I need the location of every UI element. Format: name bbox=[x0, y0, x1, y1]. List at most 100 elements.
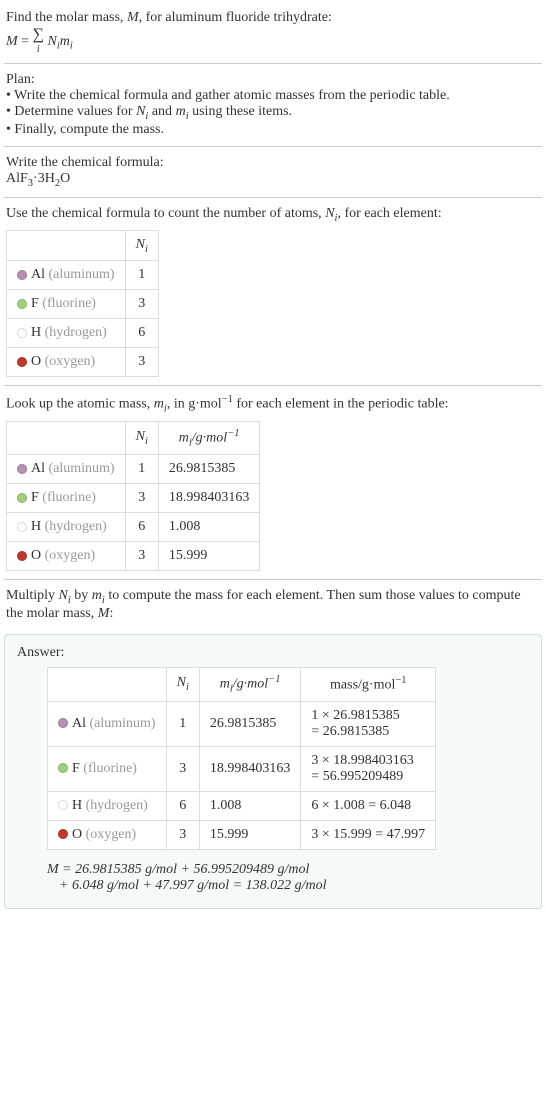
table-row: H (hydrogen)61.0086 × 1.008 = 6.048 bbox=[48, 791, 436, 820]
el-sym: Al bbox=[72, 716, 86, 731]
count-title: Use the chemical formula to count the nu… bbox=[6, 206, 540, 224]
th-mi-m: m bbox=[179, 430, 189, 445]
eq-sigma: ∑ i bbox=[33, 28, 44, 55]
divider bbox=[4, 385, 542, 386]
calc1: 3 × 15.999 = 47.997 bbox=[311, 827, 425, 842]
el-cell: Al (aluminum) bbox=[7, 455, 126, 484]
n-cell: 3 bbox=[125, 542, 158, 571]
el-sym: O bbox=[31, 354, 41, 369]
eq-mi: i bbox=[70, 41, 73, 52]
m-cell: 1.008 bbox=[199, 791, 301, 820]
el-cell: O (oxygen) bbox=[48, 820, 167, 849]
th-ni-N: N bbox=[136, 237, 145, 252]
final-line2: + 6.048 g/mol + 47.997 g/mol = 138.022 g… bbox=[59, 878, 529, 894]
element-dot-icon bbox=[58, 763, 68, 773]
final-line1: M = 26.9815385 g/mol + 56.995209489 g/mo… bbox=[47, 862, 529, 878]
el-cell: H (hydrogen) bbox=[48, 791, 167, 820]
el-sym: O bbox=[72, 827, 82, 842]
formula-title: Write the chemical formula: bbox=[6, 155, 540, 171]
el-sym: H bbox=[72, 798, 82, 813]
th-blank bbox=[48, 668, 167, 701]
plan-section: Plan: • Write the chemical formula and g… bbox=[4, 66, 542, 144]
el-sym: H bbox=[31, 519, 41, 534]
eq-equals: = bbox=[21, 34, 32, 49]
table-row: O (oxygen)3 bbox=[7, 348, 159, 377]
mt-m: m bbox=[154, 397, 164, 412]
ms-b: by bbox=[71, 588, 92, 603]
el-sym: F bbox=[31, 296, 39, 311]
el-name: (oxygen) bbox=[45, 548, 96, 563]
el-cell: O (oxygen) bbox=[7, 348, 126, 377]
ms-m: m bbox=[92, 588, 102, 603]
n-cell: 1 bbox=[125, 261, 158, 290]
calc-cell: 1 × 26.9815385= 26.9815385 bbox=[301, 701, 436, 746]
ms-a: Multiply bbox=[6, 588, 59, 603]
m-cell: 15.999 bbox=[158, 542, 260, 571]
th-mass-text: mass/g·mol bbox=[330, 678, 395, 693]
plan-b2b: and bbox=[148, 104, 175, 119]
answer-table: Ni mi/g·mol−1 mass/g·mol−1 Al (aluminum)… bbox=[47, 667, 436, 849]
element-dot-icon bbox=[17, 464, 27, 474]
el-sym: Al bbox=[31, 461, 45, 476]
ms-M: M bbox=[98, 606, 110, 621]
intro-equation: M = ∑ i Nimi bbox=[6, 28, 540, 55]
chemical-formula: AlF3·3H2O bbox=[6, 171, 540, 189]
th-mi-sup: −1 bbox=[268, 674, 280, 685]
el-cell: H (hydrogen) bbox=[7, 319, 126, 348]
element-dot-icon bbox=[58, 829, 68, 839]
table-row: F (fluorine)318.998403163 bbox=[7, 484, 260, 513]
el-cell: F (fluorine) bbox=[48, 746, 167, 791]
n-cell: 3 bbox=[166, 746, 199, 791]
ct-a: Use the chemical formula to count the nu… bbox=[6, 206, 325, 221]
th-ni: Ni bbox=[125, 421, 158, 454]
el-name: (fluorine) bbox=[83, 761, 137, 776]
mt-a: Look up the atomic mass, bbox=[6, 397, 154, 412]
cf-p4: O bbox=[60, 171, 70, 186]
n-cell: 3 bbox=[125, 290, 158, 319]
n-cell: 6 bbox=[125, 319, 158, 348]
table-row: H (hydrogen)61.008 bbox=[7, 513, 260, 542]
m-cell: 26.9815385 bbox=[158, 455, 260, 484]
table-header-row: Ni mi/g·mol−1 bbox=[7, 421, 260, 454]
calc-cell: 3 × 15.999 = 47.997 bbox=[301, 820, 436, 849]
th-ni-i: i bbox=[145, 436, 148, 447]
calc1: 3 × 18.998403163 bbox=[311, 753, 413, 768]
calc-cell: 6 × 1.008 = 6.048 bbox=[301, 791, 436, 820]
el-cell: F (fluorine) bbox=[7, 290, 126, 319]
n-cell: 6 bbox=[166, 791, 199, 820]
calc1: 1 × 26.9815385 bbox=[311, 708, 399, 723]
th-mi-unit: /g·mol bbox=[233, 677, 268, 692]
mt-b: , in g·mol bbox=[167, 397, 222, 412]
m-cell: 26.9815385 bbox=[199, 701, 301, 746]
element-dot-icon bbox=[17, 551, 27, 561]
divider bbox=[4, 197, 542, 198]
plan-b2a: • Determine values for bbox=[6, 104, 136, 119]
th-mi-m: m bbox=[220, 677, 230, 692]
th-mi-sup: −1 bbox=[227, 428, 239, 439]
el-cell: H (hydrogen) bbox=[7, 513, 126, 542]
table-header-row: Ni bbox=[7, 230, 159, 261]
divider bbox=[4, 63, 542, 64]
element-dot-icon bbox=[17, 299, 27, 309]
el-cell: Al (aluminum) bbox=[48, 701, 167, 746]
table-row: Al (aluminum)126.98153851 × 26.9815385= … bbox=[48, 701, 436, 746]
calc2: = 56.995209489 bbox=[311, 769, 403, 784]
plan-b2c: using these items. bbox=[189, 104, 292, 119]
ms-N: N bbox=[59, 588, 68, 603]
el-sym: F bbox=[31, 490, 39, 505]
th-ni: Ni bbox=[125, 230, 158, 261]
table-row: O (oxygen)315.999 bbox=[7, 542, 260, 571]
el-name: (aluminum) bbox=[90, 716, 156, 731]
th-ni-i: i bbox=[186, 682, 189, 693]
cf-p0: AlF bbox=[6, 171, 28, 186]
intro-text2: , for aluminum fluoride trihydrate: bbox=[139, 10, 332, 25]
ct-b: , for each element: bbox=[337, 206, 441, 221]
eq-m: m bbox=[60, 34, 70, 49]
table-row: Al (aluminum)1 bbox=[7, 261, 159, 290]
element-dot-icon bbox=[17, 357, 27, 367]
m-cell: 18.998403163 bbox=[199, 746, 301, 791]
plan-bullet-3: • Finally, compute the mass. bbox=[6, 122, 540, 138]
th-ni-N: N bbox=[177, 675, 186, 690]
el-name: (fluorine) bbox=[42, 490, 96, 505]
eq-N: N bbox=[47, 34, 56, 49]
